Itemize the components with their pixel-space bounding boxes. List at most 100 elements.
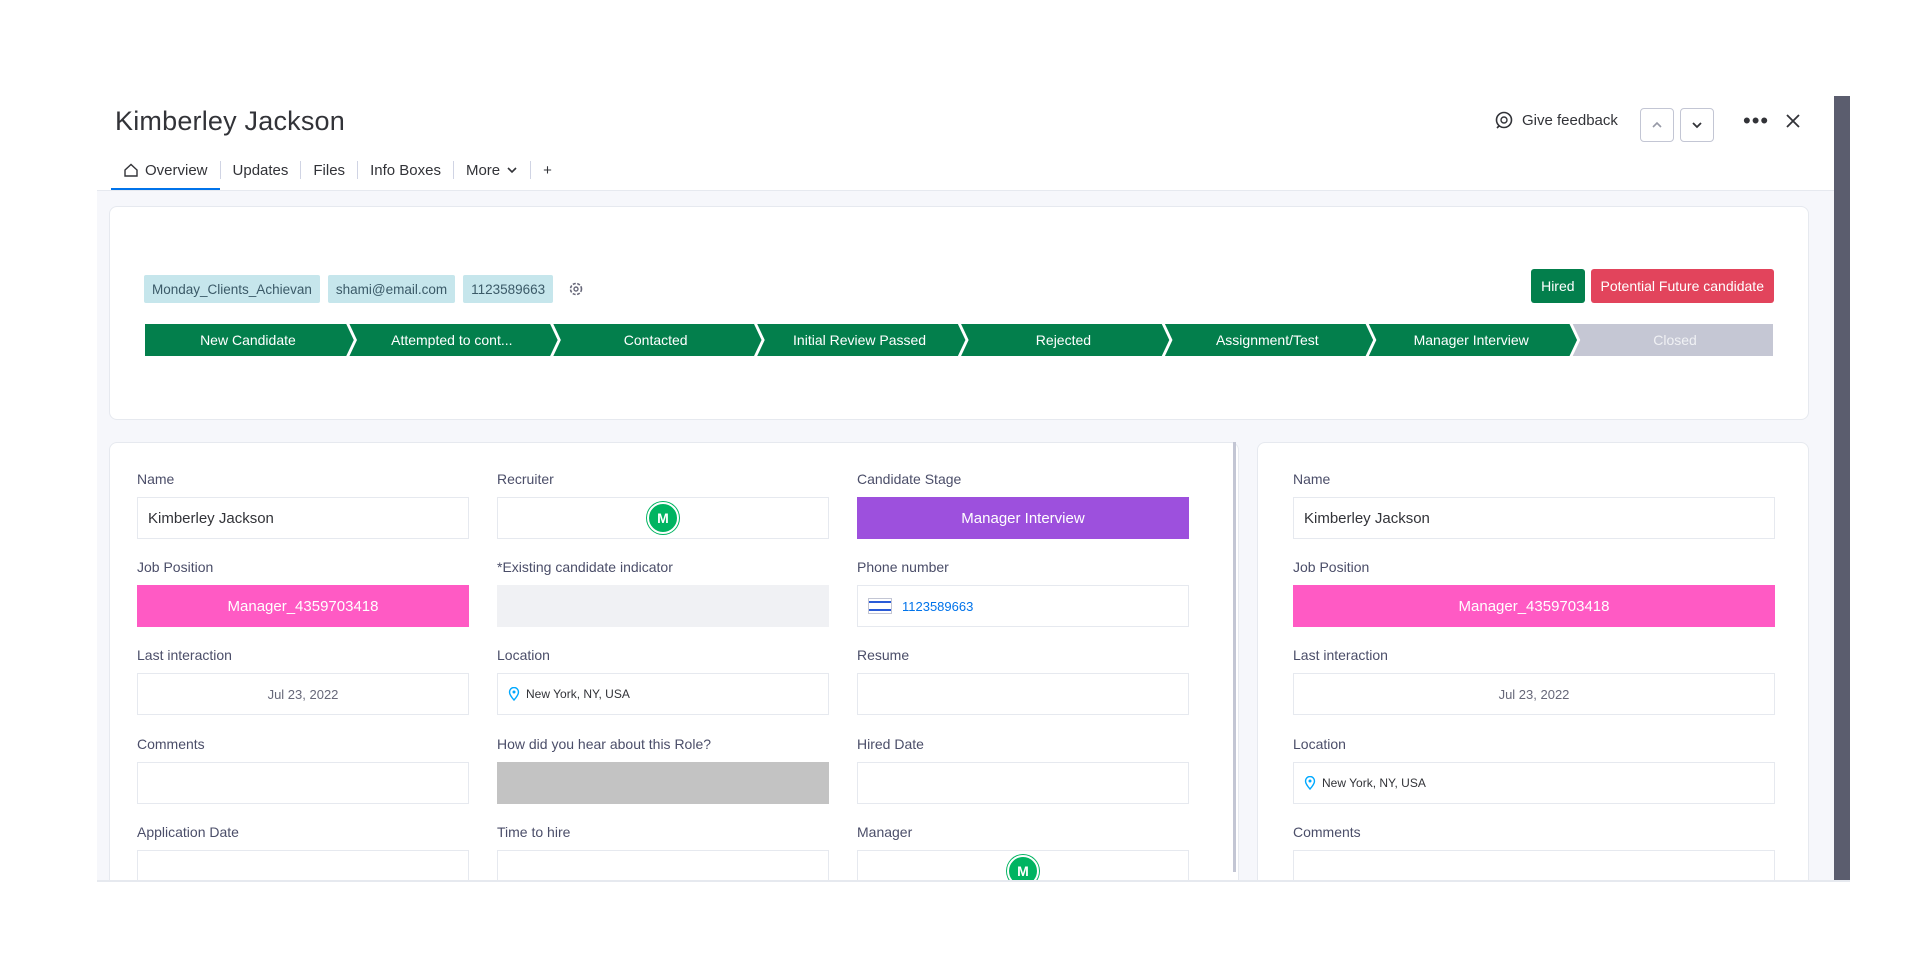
- phone-input[interactable]: 1123589663: [857, 585, 1189, 627]
- hired-date-field: Hired Date: [857, 734, 1189, 804]
- recruiter-field: Recruiter M: [497, 469, 829, 539]
- home-icon: [124, 163, 138, 177]
- feedback-icon: [1495, 111, 1513, 129]
- info-chips: Monday_Clients_Achievan shami@email.com …: [144, 275, 585, 303]
- avatar: M: [647, 502, 679, 534]
- time-to-hire-label: Time to hire: [497, 824, 571, 840]
- tab-overview[interactable]: Overview: [111, 152, 220, 190]
- pipeline-stage-label: Contacted: [624, 332, 688, 348]
- panel-header: Kimberley Jackson Give feedback ••• Over…: [97, 96, 1850, 191]
- give-feedback-button[interactable]: Give feedback: [1494, 110, 1618, 130]
- name-field: Name Kimberley Jackson: [1293, 469, 1775, 539]
- connected-board-chip[interactable]: Monday_Clients_Achievan: [144, 275, 320, 303]
- job-position-field: Job Position Manager_4359703418: [1293, 557, 1775, 627]
- gear-icon[interactable]: [567, 280, 585, 298]
- hear-about-field: How did you hear about this Role?: [497, 734, 829, 804]
- resume-label: Resume: [857, 647, 910, 663]
- chevron-down-icon: [507, 167, 517, 174]
- location-pin-icon: [508, 687, 520, 701]
- pipeline-stage[interactable]: Attempted to cont...: [346, 323, 560, 357]
- pipeline-stage[interactable]: New Candidate: [144, 323, 356, 357]
- job-position-value[interactable]: Manager_4359703418: [137, 585, 469, 627]
- pipeline-stage[interactable]: Initial Review Passed: [754, 323, 968, 357]
- next-item-button[interactable]: [1680, 108, 1714, 142]
- job-position-label: Job Position: [137, 559, 214, 575]
- previous-item-button[interactable]: [1640, 108, 1674, 142]
- email-chip[interactable]: shami@email.com: [327, 275, 456, 303]
- pipeline-stage-label: Initial Review Passed: [793, 332, 926, 348]
- last-interaction-value: Jul 23, 2022: [1498, 686, 1570, 702]
- time-to-hire-input[interactable]: [497, 850, 829, 880]
- column-divider[interactable]: [1233, 442, 1236, 872]
- manager-input[interactable]: M: [857, 850, 1189, 880]
- location-input[interactable]: New York, NY, USA: [497, 673, 829, 715]
- last-interaction-value: Jul 23, 2022: [267, 686, 339, 702]
- tab-bar: Overview Updates Files Info Boxes More +: [111, 152, 564, 190]
- chevron-down-icon: [1692, 122, 1702, 129]
- last-interaction-field: Last interaction Jul 23, 2022: [137, 645, 469, 715]
- comments-input[interactable]: [1293, 850, 1775, 880]
- tab-more[interactable]: More: [454, 152, 530, 188]
- pipeline-stage-label: New Candidate: [200, 332, 296, 348]
- status-tags: Hired Potential Future candidate: [1531, 269, 1774, 303]
- location-label: Location: [1293, 736, 1346, 752]
- hired-date-label: Hired Date: [857, 736, 924, 752]
- add-tab-label: +: [543, 161, 552, 179]
- pipeline-stage[interactable]: Assignment/Test: [1162, 323, 1376, 357]
- hear-about-input[interactable]: [497, 762, 829, 804]
- tab-updates[interactable]: Updates: [221, 152, 301, 188]
- last-interaction-label: Last interaction: [137, 647, 232, 663]
- tab-updates-label: Updates: [232, 161, 289, 179]
- location-value: New York, NY, USA: [1322, 776, 1426, 790]
- name-input[interactable]: Kimberley Jackson: [137, 497, 469, 539]
- candidate-stage-value[interactable]: Manager Interview: [857, 497, 1189, 539]
- tab-info-boxes-label: Info Boxes: [370, 161, 441, 179]
- fields-card-side: Name Kimberley Jackson Job Position Mana…: [1257, 442, 1809, 880]
- avatar: M: [1007, 855, 1039, 880]
- add-tab-button[interactable]: +: [531, 152, 564, 188]
- pipeline-stage-label: Rejected: [1036, 332, 1091, 348]
- give-feedback-label: Give feedback: [1522, 111, 1618, 129]
- last-interaction-field: Last interaction Jul 23, 2022: [1293, 645, 1775, 715]
- comments-field: Comments: [137, 734, 469, 804]
- location-label: Location: [497, 647, 550, 663]
- existing-candidate-field: *Existing candidate indicator: [497, 557, 829, 627]
- job-position-value[interactable]: Manager_4359703418: [1293, 585, 1775, 627]
- vertical-scrollbar[interactable]: [1834, 96, 1850, 880]
- pipeline-stage[interactable]: Rejected: [958, 323, 1172, 357]
- pipeline-stage-label: Manager Interview: [1414, 332, 1530, 348]
- application-date-field: Application Date: [137, 822, 469, 880]
- application-date-input[interactable]: [137, 850, 469, 880]
- close-icon[interactable]: [1782, 110, 1804, 132]
- name-label: Name: [137, 471, 175, 487]
- pipeline-stage-label: Attempted to cont...: [391, 332, 512, 348]
- candidate-stage-label: Candidate Stage: [857, 471, 962, 487]
- bottom-divider: [97, 880, 1850, 882]
- job-position-label: Job Position: [1293, 559, 1370, 575]
- pipeline-stage[interactable]: Manager Interview: [1366, 323, 1580, 357]
- pipeline-stage[interactable]: Closed: [1570, 323, 1775, 357]
- last-interaction-label: Last interaction: [1293, 647, 1388, 663]
- resume-field: Resume: [857, 645, 1189, 715]
- hired-tag[interactable]: Hired: [1531, 269, 1585, 303]
- hired-date-input[interactable]: [857, 762, 1189, 804]
- location-input[interactable]: New York, NY, USA: [1293, 762, 1775, 804]
- comments-input[interactable]: [137, 762, 469, 804]
- tab-info-boxes[interactable]: Info Boxes: [358, 152, 453, 188]
- pipeline-stage[interactable]: Contacted: [550, 323, 764, 357]
- chevron-up-icon: [1652, 121, 1662, 128]
- existing-candidate-input[interactable]: [497, 585, 829, 627]
- last-interaction-date[interactable]: Jul 23, 2022: [1293, 673, 1775, 715]
- pipeline-stage-label: Assignment/Test: [1216, 332, 1319, 348]
- resume-input[interactable]: [857, 673, 1189, 715]
- last-interaction-date[interactable]: Jul 23, 2022: [137, 673, 469, 715]
- potential-future-candidate-tag[interactable]: Potential Future candidate: [1590, 269, 1774, 303]
- more-options-button[interactable]: •••: [1743, 110, 1769, 132]
- phone-chip[interactable]: 1123589663: [463, 275, 554, 303]
- recruiter-input[interactable]: M: [497, 497, 829, 539]
- tab-files[interactable]: Files: [301, 152, 357, 188]
- hear-about-label: How did you hear about this Role?: [497, 736, 712, 752]
- comments-label: Comments: [1293, 824, 1361, 840]
- name-input[interactable]: Kimberley Jackson: [1293, 497, 1775, 539]
- tab-overview-label: Overview: [145, 161, 208, 179]
